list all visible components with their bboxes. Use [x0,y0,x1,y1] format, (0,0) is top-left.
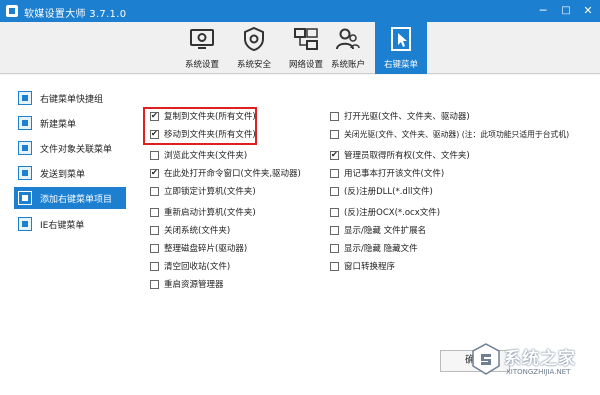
checkbox[interactable] [150,262,159,271]
option-label: 显示/隐藏 文件扩展名 [344,226,427,236]
sidebar-item-add-context-menu-items[interactable]: 添加右键菜单项目 [14,187,126,209]
tab-system-accounts[interactable]: 系统账户 [322,22,374,74]
highlight-box [143,107,257,145]
sidebar-item-label: 右键菜单快捷组 [40,95,104,105]
checkbox[interactable] [330,208,339,217]
checkbox[interactable] [330,244,339,253]
checkbox[interactable] [150,244,159,253]
title-bar: 软媒设置大师 3.7.1.0 ─ □ ✕ [0,0,600,22]
send-to-icon [18,166,32,180]
ie-icon [18,217,32,231]
sidebar-item-file-association-menu[interactable]: 文件对象关联菜单 [14,137,126,159]
new-menu-icon [18,116,32,130]
option-label: 管理员取得所有权(文件、文件夹) [344,151,470,161]
watermark-url: XITONGZHIJIA.NET [506,368,571,376]
menu-group-icon [18,91,32,105]
checkbox[interactable] [330,169,339,178]
minimize-button[interactable]: ─ [531,0,555,22]
sidebar-item-send-to-menu[interactable]: 发送到菜单 [14,162,126,184]
option-label: 关闭系统(文件夹) [164,226,231,236]
checkbox[interactable] [330,130,339,139]
tab-label: 系统安全 [236,60,271,70]
sidebar: 右键菜单快捷组 新建菜单 文件对象关联菜单 发送到菜单 添加右键菜单项目 IE右… [14,87,126,235]
tab-system-settings[interactable]: 系统设置 [176,22,228,74]
sidebar-item-label: 添加右键菜单项目 [40,195,113,205]
watermark: 系统之家 XITONGZHIJIA.NET [470,340,598,382]
tab-label: 右键菜单 [383,60,418,70]
window-title: 软媒设置大师 3.7.1.0 [24,9,127,20]
file-association-icon [18,141,32,155]
sidebar-item-label: IE右键菜单 [40,221,85,231]
sidebar-item-context-menu-quick-groups[interactable]: 右键菜单快捷组 [14,87,126,109]
checkbox[interactable] [150,280,159,289]
checkbox[interactable] [330,150,339,160]
option-label: 打开光驱(文件、文件夹、驱动器) [344,112,470,122]
system-settings-icon [190,29,214,49]
option-label: (反)注册DLL(*.dll文件) [344,187,433,197]
sidebar-item-label: 新建菜单 [40,120,77,130]
checkbox[interactable] [150,226,159,235]
tab-context-menu[interactable]: 右键菜单 [375,22,427,74]
option-label: 用记事本打开该文件(文件) [344,169,445,179]
tab-label: 系统设置 [184,60,219,70]
option-label: 在此处打开命令窗口(文件夹,驱动器) [164,169,301,179]
tab-label: 系统账户 [330,60,365,70]
network-icon [294,28,318,50]
option-label: 浏览此文件夹(文件夹) [164,151,248,161]
checkbox[interactable] [330,112,339,121]
option-label: 重启资源管理器 [164,280,224,290]
sidebar-item-new-menu[interactable]: 新建菜单 [14,112,126,134]
sidebar-item-ie-context-menu[interactable]: IE右键菜单 [14,213,126,235]
option-label: 立即锁定计算机(文件夹) [164,187,256,197]
checkbox[interactable] [150,151,159,160]
watermark-logo-icon [472,343,500,375]
checkbox[interactable] [150,208,159,217]
tab-system-security[interactable]: 系统安全 [228,22,280,74]
checkbox[interactable] [330,226,339,235]
maximize-button[interactable]: □ [554,0,578,22]
checkbox[interactable] [150,168,159,178]
shield-gear-icon [244,26,264,52]
option-label: 整理磁盘碎片(驱动器) [164,244,248,254]
option-label: (反)注册OCX(*.ocx文件) [344,208,441,218]
sidebar-item-label: 发送到菜单 [40,170,86,180]
checkbox[interactable] [330,187,339,196]
close-button[interactable]: ✕ [576,0,600,22]
option-label: 窗口转换程序 [344,262,396,272]
sidebar-item-label: 文件对象关联菜单 [40,145,113,155]
option-label: 关闭光驱(文件、文件夹、驱动器) (注：此项功能只适用于台式机) [344,130,570,139]
add-item-icon [18,191,32,205]
main-toolbar: 系统设置 系统安全 网络设置 系统账户 右键菜单 [0,22,600,74]
option-label: 清空回收站(文件) [164,262,231,272]
app-logo-icon [6,5,18,17]
watermark-text: 系统之家 [504,349,576,369]
checkbox[interactable] [330,262,339,271]
checkbox[interactable] [150,187,159,196]
option-label: 显示/隐藏 隐藏文件 [344,244,418,254]
cursor-icon [391,27,411,51]
option-label: 重新启动计算机(文件夹) [164,208,256,218]
users-icon [336,28,360,50]
